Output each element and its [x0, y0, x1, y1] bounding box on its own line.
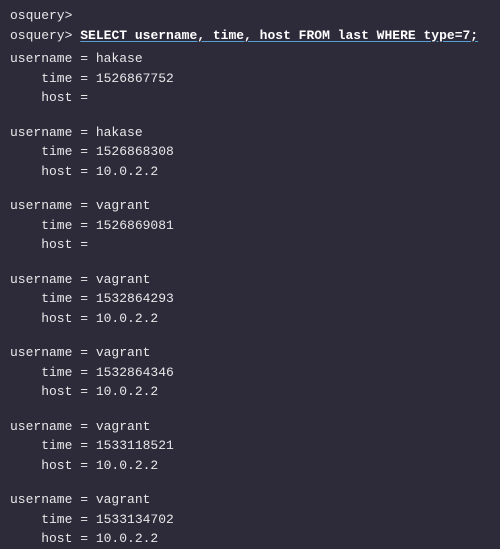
result-row-host: host = 10.0.2.2 [10, 456, 490, 476]
result-row-time: time = 1532864346 [10, 363, 490, 383]
prompt-label: osquery> [10, 26, 72, 46]
result-row-username: username = vagrant [10, 490, 490, 510]
result-row-host: host = [10, 235, 490, 255]
result-row-username: username = vagrant [10, 270, 490, 290]
result-row-host: host = [10, 88, 490, 108]
result-record: username = vagrant time = 1533118521 hos… [10, 417, 490, 476]
result-row-time: time = 1533118521 [10, 436, 490, 456]
result-row-time: time = 1532864293 [10, 289, 490, 309]
result-record: username = hakase time = 1526868308 host… [10, 123, 490, 182]
prompt-line-query: osquery> SELECT username, time, host FRO… [10, 26, 490, 46]
query-results: username = hakase time = 1526867752 host… [10, 49, 490, 549]
result-row-username: username = vagrant [10, 343, 490, 363]
sql-query: SELECT username, time, host FROM last WH… [80, 26, 478, 46]
result-row-host: host = 10.0.2.2 [10, 162, 490, 182]
result-row-time: time = 1526869081 [10, 216, 490, 236]
result-record: username = hakase time = 1526867752 host… [10, 49, 490, 108]
result-record: username = vagrant time = 1532864346 hos… [10, 343, 490, 402]
result-record: username = vagrant time = 1533134702 hos… [10, 490, 490, 549]
prompt-line-empty: osquery> [10, 6, 490, 26]
result-row-host: host = 10.0.2.2 [10, 529, 490, 549]
result-row-username: username = vagrant [10, 196, 490, 216]
result-record: username = vagrant time = 1532864293 hos… [10, 270, 490, 329]
prompt-label: osquery> [10, 6, 72, 26]
result-row-username: username = vagrant [10, 417, 490, 437]
result-row-username: username = hakase [10, 123, 490, 143]
result-row-time: time = 1526868308 [10, 142, 490, 162]
result-row-time: time = 1533134702 [10, 510, 490, 530]
result-row-host: host = 10.0.2.2 [10, 309, 490, 329]
result-record: username = vagrant time = 1526869081 hos… [10, 196, 490, 255]
result-row-username: username = hakase [10, 49, 490, 69]
result-row-time: time = 1526867752 [10, 69, 490, 89]
result-row-host: host = 10.0.2.2 [10, 382, 490, 402]
